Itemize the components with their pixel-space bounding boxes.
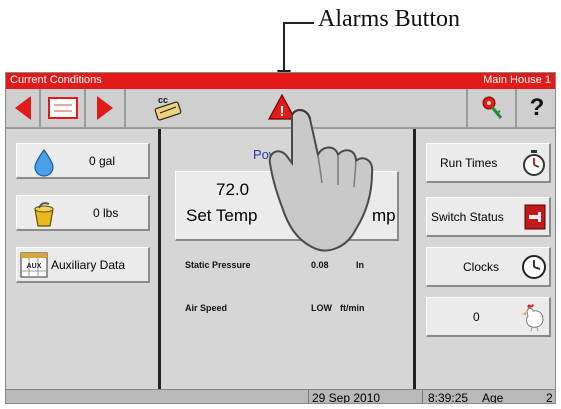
status-age-value: 2 <box>546 391 553 404</box>
right-panel: Run Times Switch Status Clocks 0 <box>416 129 555 389</box>
clocks-button[interactable]: Clocks <box>426 247 551 287</box>
air-speed-value: LOW <box>311 303 332 313</box>
run-times-label: Run Times <box>440 156 498 170</box>
feed-bucket-icon <box>34 202 54 227</box>
pointing-hand-image <box>268 109 374 252</box>
list-button[interactable] <box>41 89 86 127</box>
status-bar: 29 Sep 2010 8:39:25 Age 2 <box>6 389 555 404</box>
house-name: Main House 1 <box>483 74 551 86</box>
aux-icon-text: AUX <box>27 263 42 270</box>
static-pressure-label: Static Pressure <box>185 260 251 270</box>
auxiliary-data-button[interactable]: AUX Auxiliary Data <box>16 247 150 283</box>
bird-count-value: 0 <box>473 310 480 324</box>
feed-button[interactable]: 0 lbs <box>16 195 150 231</box>
clock-icon <box>522 255 546 279</box>
aux-table-icon: AUX <box>20 252 48 278</box>
callout-line <box>284 22 314 24</box>
air-speed-unit: ft/min <box>340 303 365 313</box>
next-arrow-icon <box>97 96 113 120</box>
set-temp-label: Set Temp <box>186 206 258 225</box>
security-button[interactable] <box>466 89 517 127</box>
feed-value: 0 lbs <box>93 206 119 220</box>
left-panel: 0 gal 0 lbs AUX Auxiliary Data <box>6 129 158 389</box>
status-date: 29 Sep 2010 <box>312 391 381 404</box>
switch-status-button[interactable]: Switch Status <box>426 197 551 237</box>
title-bar: Current Conditions Main House 1 <box>6 73 555 89</box>
stopwatch-icon <box>523 150 545 176</box>
controller-screen: Current Conditions Main House 1 cc ! ? 0… <box>5 72 556 404</box>
switch-status-label: Switch Status <box>431 210 504 224</box>
water-button[interactable]: 0 gal <box>16 143 150 179</box>
chicken-icon <box>522 304 544 332</box>
prev-button[interactable] <box>6 89 41 127</box>
bird-count-button[interactable]: 0 <box>426 297 551 337</box>
help-icon: ? <box>529 94 545 121</box>
clocks-label: Clocks <box>463 260 500 274</box>
cc-label: cc <box>158 95 168 105</box>
next-button[interactable] <box>86 89 126 127</box>
auxiliary-data-label: Auxiliary Data <box>51 258 126 272</box>
water-value: 0 gal <box>89 154 116 168</box>
prev-arrow-icon <box>14 96 31 120</box>
callout-line <box>283 22 285 74</box>
status-age-label: Age <box>482 391 504 404</box>
water-drop-icon <box>34 148 54 177</box>
screen-title: Current Conditions <box>10 74 102 86</box>
list-icon <box>47 97 78 119</box>
key-icon <box>482 96 502 119</box>
run-times-button[interactable]: Run Times <box>426 143 551 183</box>
air-speed-label: Air Speed <box>185 303 228 313</box>
set-temp-value: 72.0 <box>216 180 250 199</box>
status-time: 8:39:25 <box>428 391 469 404</box>
cc-icon: cc <box>154 95 182 121</box>
switch-icon <box>524 204 546 230</box>
help-button[interactable]: ? <box>517 89 555 127</box>
cc-button[interactable]: cc <box>154 93 184 121</box>
alarms-button-callout: Alarms Button <box>318 6 460 32</box>
